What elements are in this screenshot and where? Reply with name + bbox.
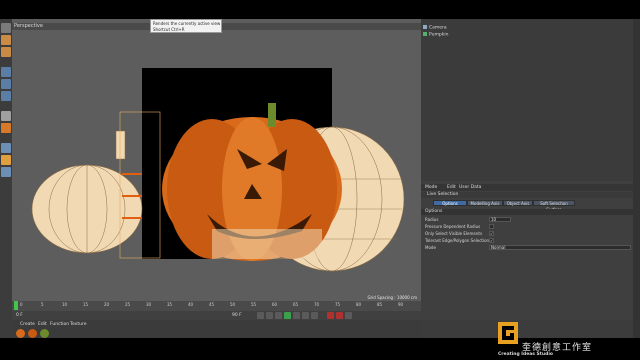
only-visible-checkbox[interactable]: ✓ — [489, 231, 494, 236]
attribute-tabs: Options Modelling Axis Object Axis Soft … — [421, 200, 640, 212]
mode-title: Live Selection — [427, 192, 459, 197]
viewport-perspective[interactable]: Perspective Renders the currently active… — [12, 19, 421, 301]
render-view-tooltip: Renders the currently active view Shortc… — [150, 19, 222, 33]
mode-select[interactable]: Normal — [489, 245, 631, 250]
tooltip-line-2: Shortcut Ctrl+R — [153, 27, 185, 32]
timeline-tick: 45 — [209, 302, 215, 307]
edges-mode-icon[interactable] — [1, 79, 11, 89]
timeline-ruler[interactable]: 0 5 10 15 20 25 30 35 40 45 50 55 60 65 70 75 80 85 90 — [12, 301, 421, 309]
menu-texture[interactable]: Texture — [70, 322, 86, 328]
go-to-start-icon[interactable] — [257, 312, 264, 319]
grid-spacing-status: Grid Spacing : 10000 cm — [367, 295, 417, 300]
timeline-tick: 10 — [62, 302, 68, 307]
radius-input[interactable]: 10 — [489, 217, 511, 222]
top-black-bar — [0, 0, 640, 19]
pressure-radius-checkbox[interactable] — [489, 224, 494, 229]
timeline-tick: 50 — [230, 302, 236, 307]
timeline-tick: 60 — [272, 302, 278, 307]
timeline-tick: 25 — [125, 302, 131, 307]
tab-soft-selection[interactable]: Soft Selection Surface — [533, 200, 575, 212]
option-radius-label: Radius — [425, 217, 439, 222]
timeline-tick: 35 — [167, 302, 173, 307]
timeline-tick: 40 — [188, 302, 194, 307]
option-pressure-label: Pressure Dependent Radius — [425, 224, 481, 229]
option-tolerant-label: Tolerant Edge/Polygon Selection — [425, 238, 490, 243]
material-manager: Create Edit Function Texture — [12, 320, 421, 338]
start-frame[interactable]: 0 F — [16, 311, 23, 320]
null-object-icon — [423, 32, 427, 36]
texture-mode-icon[interactable] — [1, 47, 11, 57]
material-swatch-pumpkin[interactable] — [16, 329, 25, 338]
polygons-mode-icon[interactable] — [1, 91, 11, 101]
camera-icon — [423, 25, 427, 29]
end-frame[interactable]: 90 F — [232, 311, 242, 320]
timeline-tick: 55 — [251, 302, 257, 307]
tree-item-camera[interactable]: Camera — [423, 25, 447, 31]
keyframe-selection-icon[interactable] — [345, 312, 352, 319]
mode-title-bar: Live Selection — [421, 192, 640, 198]
timeline-tick: 15 — [83, 302, 89, 307]
menu-function[interactable]: Function — [50, 322, 69, 328]
timeline-tick: 65 — [293, 302, 299, 307]
tab-object-axis[interactable]: Object Axis — [503, 200, 533, 206]
options-section-header: Options — [421, 209, 640, 215]
option-mode-label: Mode — [425, 245, 436, 250]
attribute-manager: Mode Edit User Data Live Selection Optio… — [421, 181, 640, 338]
tweak-mode-icon[interactable] — [1, 123, 11, 133]
timeline-tick: 75 — [335, 302, 341, 307]
playhead[interactable] — [14, 301, 18, 310]
menu-user-data[interactable]: User Data — [459, 184, 481, 191]
workplane-icon[interactable] — [1, 155, 11, 165]
material-swatch-pumpkin-2[interactable] — [28, 329, 37, 338]
tab-options[interactable]: Options — [433, 200, 467, 206]
autokey-icon[interactable] — [336, 312, 343, 319]
tree-item-label: Camera — [429, 25, 447, 31]
tab-modelling-axis[interactable]: Modelling Axis — [467, 200, 503, 206]
step-back-icon[interactable] — [275, 312, 282, 319]
undo-icon[interactable] — [1, 23, 11, 33]
timeline-tick: 30 — [146, 302, 152, 307]
go-to-end-icon[interactable] — [311, 312, 318, 319]
tree-item-pumpkin[interactable]: Pumpkin — [423, 32, 448, 38]
timeline-tick: 0 — [20, 302, 23, 307]
timeline-tick: 90 — [398, 302, 404, 307]
axis-mode-icon[interactable] — [1, 111, 11, 121]
studio-logo — [498, 322, 518, 344]
attribute-menu-bar: Mode Edit User Data — [421, 184, 640, 191]
option-visible-label: Only Select Visible Elements — [425, 231, 483, 236]
timeline[interactable]: 0 5 10 15 20 25 30 35 40 45 50 55 60 65 70 75 80 85 90 — [12, 301, 421, 311]
material-swatch-stem[interactable] — [40, 329, 49, 338]
timeline-tick: 5 — [41, 302, 44, 307]
pumpkin-scene — [31, 68, 405, 272]
section-title: Options — [425, 209, 443, 214]
right-edge-tabs — [633, 19, 640, 338]
transport-bar: 0 F 90 F — [12, 311, 421, 320]
menu-edit[interactable]: Edit — [447, 184, 456, 191]
snap-icon[interactable] — [1, 143, 11, 153]
tolerant-selection-checkbox[interactable]: ✓ — [489, 238, 494, 243]
small-pumpkin-wireframe — [31, 130, 143, 254]
record-icon[interactable] — [327, 312, 334, 319]
studio-name-english: Creating Ideas Studio — [498, 352, 553, 357]
locked-workplane-icon[interactable] — [1, 167, 11, 177]
next-key-icon[interactable] — [302, 312, 309, 319]
points-mode-icon[interactable] — [1, 67, 11, 77]
timeline-tick: 85 — [377, 302, 383, 307]
play-icon[interactable] — [284, 312, 291, 319]
menu-create[interactable]: Create — [20, 322, 35, 328]
menu-mode[interactable]: Mode — [425, 184, 437, 191]
timeline-tick: 80 — [356, 302, 362, 307]
previous-key-icon[interactable] — [266, 312, 273, 319]
left-toolbar — [0, 19, 12, 338]
timeline-tick: 70 — [314, 302, 320, 307]
tree-item-label: Pumpkin — [429, 32, 449, 38]
model-mode-icon[interactable] — [1, 35, 11, 45]
coordinates-panel — [421, 320, 640, 338]
menu-edit[interactable]: Edit — [38, 322, 47, 328]
step-forward-icon[interactable] — [293, 312, 300, 319]
timeline-tick: 20 — [104, 302, 110, 307]
object-manager: Camera Pumpkin — [421, 19, 640, 181]
